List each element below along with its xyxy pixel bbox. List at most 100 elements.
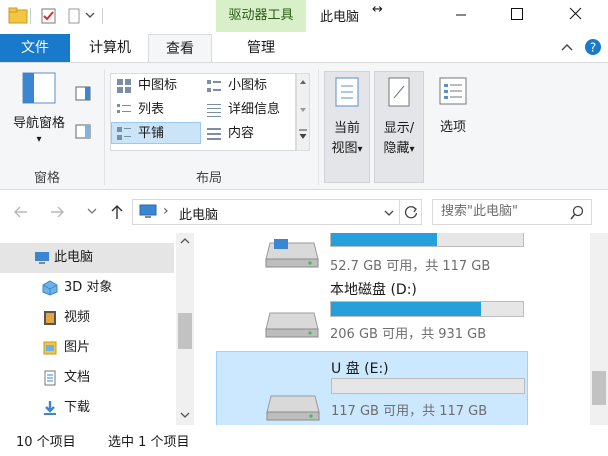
group-panes-label: 窗格 xyxy=(34,171,61,186)
show-hide-label-2: 隐藏 xyxy=(383,141,410,156)
properties-icon[interactable] xyxy=(40,7,58,25)
options-button[interactable]: 选项 xyxy=(430,71,476,138)
window-icon[interactable] xyxy=(8,7,30,25)
title-bar: 驱动器工具 此电脑 ↔ xyxy=(0,0,608,32)
documents-icon xyxy=(44,370,56,386)
layout-details[interactable]: 详细信息 xyxy=(202,99,294,121)
scroll-down-icon[interactable] xyxy=(176,407,194,423)
close-button[interactable] xyxy=(552,0,598,30)
medium-icons-icon xyxy=(117,79,131,93)
nav-item-videos[interactable]: 视频 xyxy=(0,303,174,333)
nav-pane-scroll-thumb[interactable] xyxy=(178,313,192,349)
group-layout-label: 布局 xyxy=(196,171,223,186)
drive-usage-fill xyxy=(331,302,481,316)
search-input[interactable]: 搜索"此电脑" xyxy=(432,199,592,225)
preview-pane-icon[interactable] xyxy=(74,85,92,103)
drive-tools-context-tab: 驱动器工具 xyxy=(216,0,306,32)
address-bar[interactable]: › 此电脑 xyxy=(132,199,422,225)
scroll-up-icon[interactable] xyxy=(176,233,194,249)
nav-label: 此电脑 xyxy=(54,250,94,265)
navigation-bar: › 此电脑 搜索"此电脑" xyxy=(0,191,608,233)
navigation-pane-button[interactable]: 导航窗格 ▾ xyxy=(6,71,72,146)
drive-tile-e[interactable]: U 盘 (E:) 117 GB 可用，共 117 GB xyxy=(216,351,528,425)
tiles-label: 平铺 xyxy=(138,126,165,141)
recent-locations-dropdown-icon[interactable] xyxy=(86,205,98,217)
usb-drive-icon xyxy=(266,395,320,421)
navigation-pane-dropdown-icon: ▾ xyxy=(36,134,42,145)
this-pc-icon xyxy=(139,204,157,218)
pictures-icon xyxy=(43,341,57,355)
drive-tile-d[interactable]: 本地磁盘 (D:) 206 GB 可用，共 931 GB xyxy=(216,273,528,361)
ribbon-tab-row: 文件 计算机 查看 管理 ? xyxy=(0,32,608,62)
nav-item-3d-objects[interactable]: 3D 对象 xyxy=(0,273,174,303)
nav-item-this-pc[interactable]: 此电脑 xyxy=(0,243,174,273)
current-view-icon xyxy=(335,77,359,107)
resize-icon: ↔ xyxy=(372,2,383,17)
minimize-button[interactable] xyxy=(438,0,484,30)
tab-computer[interactable]: 计算机 xyxy=(80,34,140,62)
drive-name: 本地磁盘 (D:) xyxy=(330,282,417,298)
layout-list[interactable]: 列表 xyxy=(112,99,202,121)
tiles-icon xyxy=(117,127,131,140)
nav-label: 文档 xyxy=(64,370,91,385)
nav-label: 视频 xyxy=(64,310,91,325)
status-selected-count: 选中 1 个项目 xyxy=(108,435,190,450)
gallery-scroll-arrows-icon xyxy=(299,80,307,139)
small-icons-icon xyxy=(207,80,221,92)
content-scroll-thumb[interactable] xyxy=(592,371,606,405)
nav-label: 图片 xyxy=(64,340,91,355)
nav-item-pictures[interactable]: 图片 xyxy=(0,333,174,363)
status-item-count: 10 个项目 xyxy=(16,435,76,450)
qa-customize-dropdown-icon[interactable] xyxy=(84,7,96,25)
tab-file[interactable]: 文件 xyxy=(0,34,70,62)
layout-tiles[interactable]: 平铺 xyxy=(111,122,201,144)
3d-objects-icon xyxy=(42,280,58,296)
layout-gallery-scroll[interactable] xyxy=(296,73,310,151)
nav-label: 3D 对象 xyxy=(64,280,113,295)
status-bar: 10 个项目 选中 1 个项目 xyxy=(0,425,608,456)
nav-pane-scrollbar[interactable] xyxy=(176,233,194,425)
close-icon xyxy=(569,7,582,20)
maximize-button[interactable] xyxy=(494,0,540,30)
tab-manage[interactable]: 管理 xyxy=(226,34,296,62)
layout-medium-icons[interactable]: 中图标 xyxy=(112,75,202,97)
address-dropdown-icon[interactable] xyxy=(383,207,395,219)
nav-item-documents[interactable]: 文档 xyxy=(0,363,174,393)
layout-small-icons[interactable]: 小图标 xyxy=(202,75,294,97)
up-arrow-icon[interactable] xyxy=(108,203,126,221)
back-arrow-icon[interactable] xyxy=(12,203,30,221)
nav-item-downloads[interactable]: 下载 xyxy=(0,393,174,423)
drive-usage-fill xyxy=(331,233,437,246)
options-icon xyxy=(439,77,467,105)
current-view-dropdown-icon: ▾ xyxy=(357,144,363,155)
forward-arrow-icon[interactable] xyxy=(48,203,66,221)
drive-icon xyxy=(265,239,319,268)
layout-content[interactable]: 内容 xyxy=(202,123,294,145)
show-hide-icon xyxy=(388,77,410,107)
content-pane: 52.7 GB 可用，共 117 GB 本地磁盘 (D:) 206 GB 可用，… xyxy=(196,233,608,425)
breadcrumb-chevron[interactable]: › xyxy=(163,203,169,219)
current-view-button[interactable]: 当前 视图▾ xyxy=(324,71,370,183)
help-icon[interactable]: ? xyxy=(584,38,602,56)
breadcrumb-this-pc[interactable]: 此电脑 xyxy=(179,204,218,223)
video-icon xyxy=(44,311,56,325)
refresh-icon[interactable] xyxy=(403,204,419,220)
content-icon xyxy=(207,128,221,140)
navigation-pane-label: 导航窗格 xyxy=(12,116,65,131)
show-hide-label-1: 显示/ xyxy=(383,121,415,136)
nav-label: 下载 xyxy=(64,400,91,415)
details-icon xyxy=(207,104,221,117)
content-label: 内容 xyxy=(228,126,255,141)
current-view-label-1: 当前 xyxy=(333,121,360,136)
details-pane-icon[interactable] xyxy=(74,123,92,141)
show-hide-button[interactable]: 显示/ 隐藏▾ xyxy=(374,71,424,183)
drive-usage-bar xyxy=(331,378,525,394)
tab-view[interactable]: 查看 xyxy=(148,34,212,62)
content-scrollbar[interactable] xyxy=(590,233,608,425)
new-folder-icon[interactable] xyxy=(66,7,82,25)
maximize-icon xyxy=(511,8,523,20)
drive-icon xyxy=(265,312,319,338)
minimize-icon xyxy=(456,14,466,16)
collapse-ribbon-icon[interactable] xyxy=(560,40,574,54)
drive-usage-bar xyxy=(330,233,524,247)
